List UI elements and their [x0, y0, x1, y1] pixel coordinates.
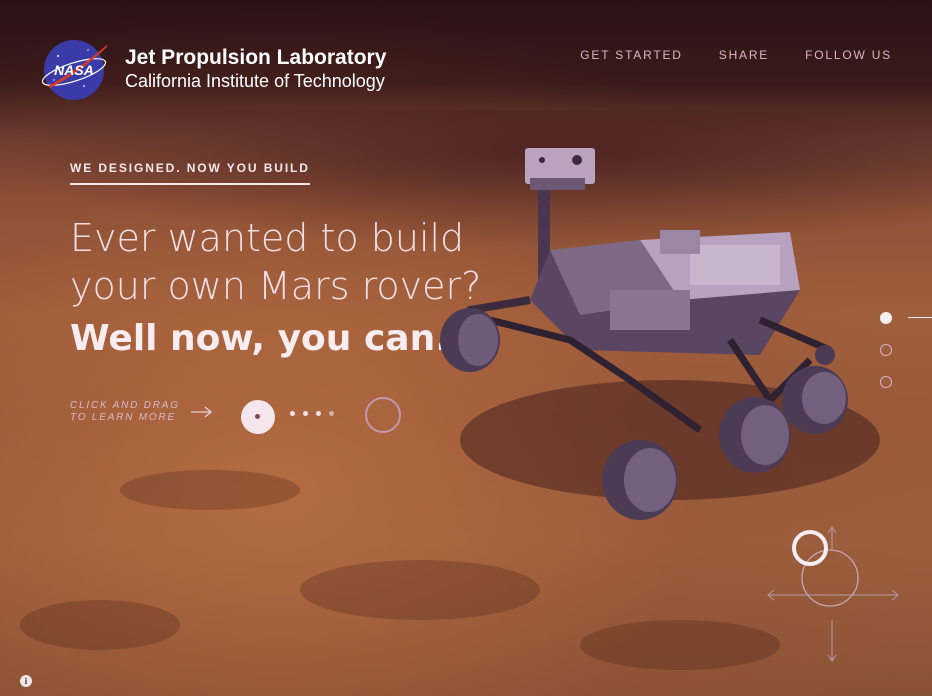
nav-get-started[interactable]: GET STARTED — [580, 48, 682, 62]
drag-handle-dot — [255, 414, 260, 419]
brand-block: Jet Propulsion Laboratory California Ins… — [125, 46, 386, 92]
nav-share[interactable]: SHARE — [719, 48, 769, 62]
nav-follow-us[interactable]: FOLLOW US — [805, 48, 892, 62]
drag-handle[interactable] — [241, 400, 275, 434]
info-icon[interactable]: i — [20, 675, 32, 687]
section-active-indicator — [908, 317, 932, 318]
rover-wheel — [782, 366, 848, 434]
drag-instruction: CLICK AND DRAG TO LEARN MORE — [70, 400, 190, 424]
brand-title: Jet Propulsion Laboratory — [125, 46, 387, 69]
drag-track-dot — [290, 411, 295, 416]
hero-stage[interactable]: NASA Jet Propulsion Laboratory Californi… — [0, 0, 932, 696]
drag-target-ring[interactable] — [365, 397, 401, 433]
mars-rover-illustration[interactable] — [430, 140, 880, 530]
rover-wheel — [719, 397, 791, 473]
drag-track-dot — [329, 411, 334, 416]
terrain-shadow — [580, 620, 780, 670]
section-nav — [878, 310, 932, 395]
drag-track-dot — [303, 411, 308, 416]
section-dot-2[interactable] — [880, 344, 892, 356]
nasa-logo-text: NASA — [54, 62, 94, 78]
drag-track-dots — [290, 411, 334, 416]
brand-subtitle: California Institute of Technology — [125, 71, 385, 91]
rotate-compass-icon[interactable] — [760, 525, 905, 665]
section-dot-3[interactable] — [880, 376, 892, 388]
cta-line-2: TO LEARN MORE — [70, 412, 177, 423]
rover-wheel — [602, 440, 678, 520]
arrow-right-icon — [191, 406, 213, 418]
terrain-shadow — [120, 470, 300, 510]
hero-eyebrow: WE DESIGNED. NOW YOU BUILD — [70, 161, 310, 185]
rover-wheel — [440, 308, 500, 372]
nasa-meatball-icon[interactable]: NASA — [40, 36, 110, 102]
top-nav: GET STARTED SHARE FOLLOW US — [580, 48, 892, 62]
rover-wheel — [815, 345, 835, 365]
cta-line-1: CLICK AND DRAG — [70, 400, 180, 411]
terrain-shadow — [300, 560, 540, 620]
section-dot-1[interactable] — [880, 312, 892, 324]
drag-track-dot — [316, 411, 321, 416]
terrain-shadow — [20, 600, 180, 650]
